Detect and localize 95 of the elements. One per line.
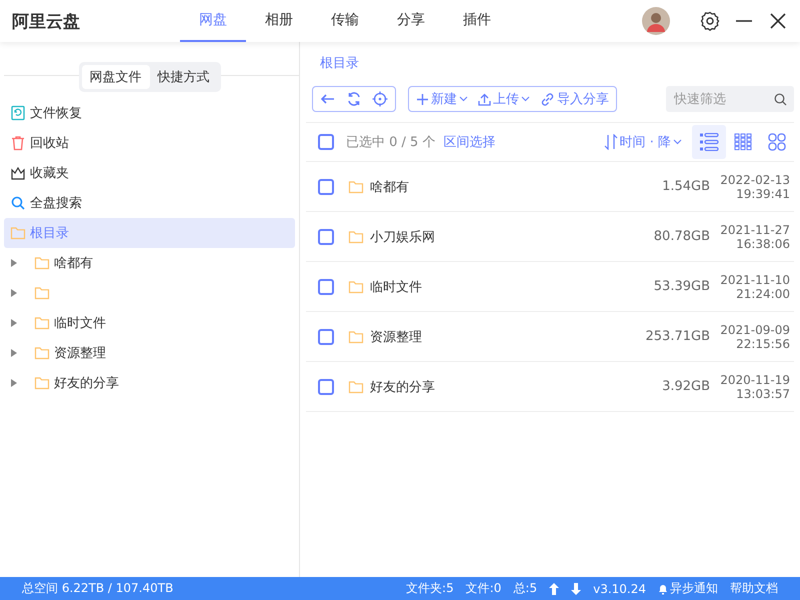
- sidebar-item[interactable]: 收藏夹: [4, 158, 295, 188]
- toolbar-button[interactable]: 导入分享: [537, 87, 612, 111]
- upload-arrow-icon[interactable]: [549, 582, 560, 594]
- file-time: 21:24:00: [736, 286, 790, 300]
- folder-count: 文件夹:5: [406, 580, 454, 597]
- plus-icon: [416, 92, 429, 106]
- file-date: 2020-11-19: [720, 372, 790, 386]
- selection-count: 已选中 0 / 5 个: [346, 134, 436, 151]
- list-view-icon: [699, 133, 719, 151]
- nav-tab[interactable]: 相册: [246, 0, 312, 42]
- search-icon: [10, 195, 26, 211]
- crown-icon: [10, 165, 26, 181]
- row-checkbox[interactable]: [318, 278, 334, 294]
- row-checkbox[interactable]: [318, 178, 334, 194]
- file-size: 3.92GB: [661, 379, 710, 394]
- refresh-icon: [346, 91, 362, 107]
- folder-icon: [348, 278, 364, 294]
- folder-icon: [348, 228, 364, 244]
- file-time: 19:39:41: [736, 186, 790, 200]
- filter-field[interactable]: 快速筛选: [666, 86, 794, 112]
- folder-icon: [348, 328, 364, 344]
- row-checkbox[interactable]: [318, 228, 334, 244]
- file-time: 13:03:57: [736, 386, 790, 400]
- bell-icon: [658, 582, 668, 594]
- async-notify-button[interactable]: 异步通知: [658, 580, 718, 597]
- file-size: 1.54GB: [661, 179, 710, 194]
- settings-icon[interactable]: [700, 11, 720, 31]
- app-title: 阿里云盘: [12, 10, 81, 32]
- nav-tab[interactable]: 网盘: [180, 0, 246, 42]
- expand-arrow-icon[interactable]: [10, 289, 18, 297]
- download-arrow-icon[interactable]: [571, 582, 582, 594]
- storage-space: 总空间 6.22TB / 107.40TB: [22, 580, 174, 597]
- tree-item[interactable]: 资源整理: [4, 338, 295, 368]
- sort-dropdown[interactable]: 时间 · 降: [604, 133, 682, 151]
- help-docs-link[interactable]: 帮助文档: [730, 580, 778, 597]
- tree-item[interactable]: 啥都有: [4, 248, 295, 278]
- avatar[interactable]: [642, 7, 670, 35]
- file-name: 小刀娱乐网: [370, 228, 436, 246]
- file-size: 253.71GB: [644, 329, 710, 344]
- folder-icon: [34, 345, 50, 361]
- segment-tab[interactable]: 快捷方式: [150, 65, 218, 89]
- nav-tab[interactable]: 插件: [444, 0, 510, 42]
- folder-icon: [34, 285, 50, 301]
- tree-item[interactable]: 好友的分享: [4, 368, 295, 398]
- file-time: 22:15:56: [736, 336, 790, 350]
- version-label: v3.10.24: [593, 582, 646, 596]
- range-select-link[interactable]: 区间选择: [443, 133, 496, 151]
- expand-arrow-icon[interactable]: [10, 259, 18, 267]
- target-icon: [372, 91, 388, 107]
- sidebar-item[interactable]: 全盘搜索: [4, 188, 295, 218]
- total-count: 总:5: [513, 580, 538, 597]
- file-name: 资源整理: [370, 328, 423, 346]
- folder-icon: [34, 315, 50, 331]
- caret-icon: [673, 139, 682, 145]
- view-mode-button[interactable]: [692, 125, 726, 159]
- file-date: 2021-09-09: [720, 322, 790, 336]
- sidebar-item[interactable]: 回收站: [4, 128, 295, 158]
- expand-arrow-icon[interactable]: [10, 349, 18, 357]
- file-time: 16:38:06: [736, 236, 790, 250]
- tiles-view-icon: [768, 133, 786, 151]
- grid-view-icon: [734, 133, 752, 151]
- nav-tab[interactable]: 分享: [378, 0, 444, 42]
- file-size: 80.78GB: [652, 229, 710, 244]
- row-checkbox[interactable]: [318, 328, 334, 344]
- segment-tab[interactable]: 网盘文件: [82, 65, 150, 89]
- sidebar-item[interactable]: 文件恢复: [4, 98, 295, 128]
- trash-icon: [10, 135, 26, 151]
- file-date: 2021-11-27: [720, 222, 790, 236]
- file-name: 好友的分享: [370, 378, 436, 396]
- folder-icon: [34, 255, 50, 271]
- file-size: 53.39GB: [652, 279, 710, 294]
- file-count: 文件:0: [466, 580, 502, 597]
- file-name: 临时文件: [370, 278, 423, 296]
- close-icon[interactable]: [768, 11, 788, 31]
- search-icon: [774, 93, 787, 106]
- folder-icon: [10, 225, 26, 241]
- expand-arrow-icon[interactable]: [10, 319, 18, 327]
- breadcrumb-link[interactable]: 根目录: [320, 54, 359, 72]
- link-icon: [540, 92, 555, 106]
- folder-icon: [348, 378, 364, 394]
- expand-arrow-icon[interactable]: [10, 379, 18, 387]
- file-date: 2021-11-10: [720, 272, 790, 286]
- toolbar-button[interactable]: 新建: [413, 87, 471, 111]
- folder-icon: [348, 178, 364, 194]
- select-all-checkbox[interactable]: [318, 134, 334, 150]
- upload-icon: [478, 92, 491, 106]
- file-name: 啥都有: [370, 178, 410, 196]
- nav-tab[interactable]: 传输: [312, 0, 378, 42]
- folder-icon: [34, 375, 50, 391]
- file-date: 2022-02-13: [720, 172, 790, 186]
- sort-icon: [604, 134, 618, 150]
- restore-icon: [10, 105, 26, 121]
- toolbar-button[interactable]: 上传: [475, 87, 533, 111]
- tree-item[interactable]: 临时文件: [4, 308, 295, 338]
- row-checkbox[interactable]: [318, 378, 334, 394]
